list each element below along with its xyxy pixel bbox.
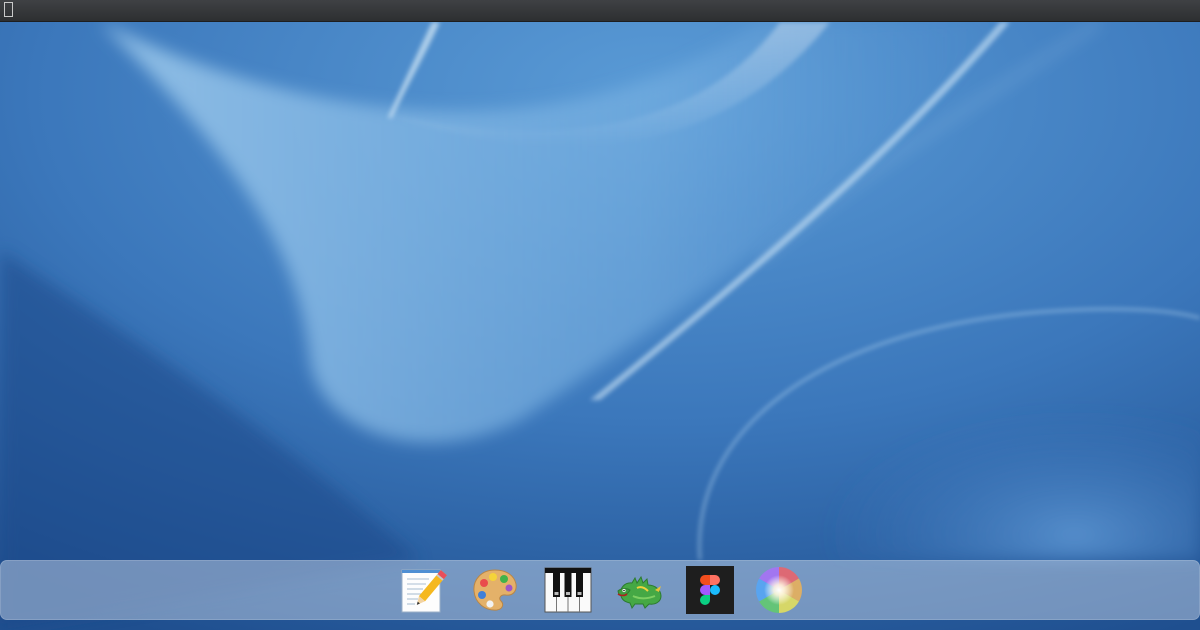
wallpaper — [0, 0, 1200, 630]
notepad-pencil-icon — [401, 569, 447, 613]
dock-item-textedit[interactable] — [399, 566, 447, 614]
menu-bar — [0, 0, 1200, 22]
dock-item-spinner[interactable] — [755, 566, 803, 614]
artist-palette-icon — [473, 569, 517, 611]
desktop — [0, 0, 1200, 630]
dock-item-figma[interactable] — [686, 566, 734, 614]
green-dragon-icon — [617, 575, 662, 610]
rainbow-swirl-icon — [756, 567, 802, 613]
dock — [0, 560, 1200, 620]
piano-keyboard-icon — [544, 567, 592, 613]
dock-item-paint[interactable] — [471, 566, 519, 614]
dock-item-dragon[interactable] — [615, 566, 663, 614]
figma-logo-icon — [686, 566, 734, 614]
apple-menu-icon[interactable] — [4, 2, 13, 17]
dock-item-piano[interactable] — [544, 566, 592, 614]
